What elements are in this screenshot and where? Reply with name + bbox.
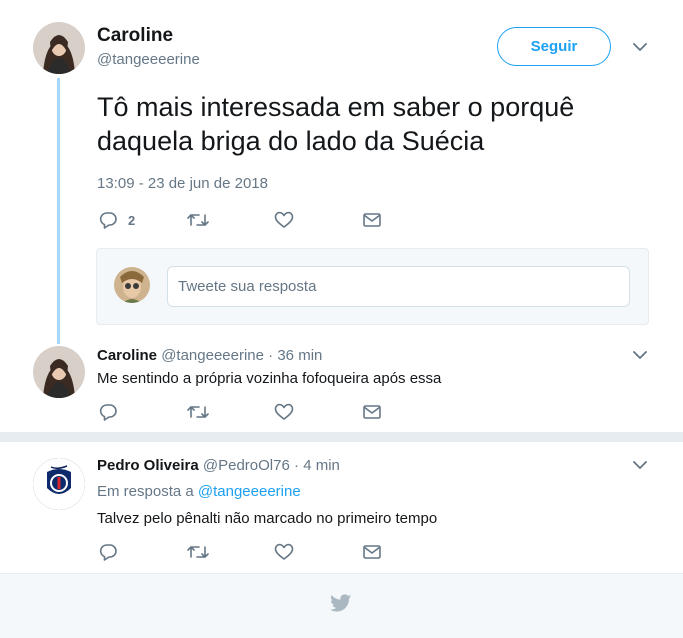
reply-time[interactable]: 4 min — [303, 457, 340, 474]
envelope-icon[interactable] — [362, 404, 382, 420]
chevron-down-icon[interactable] — [631, 40, 649, 54]
author-avatar[interactable] — [33, 22, 85, 74]
in-reply-to-handle[interactable]: @tangeeeerine — [198, 483, 301, 500]
author-name[interactable]: Caroline — [97, 25, 173, 47]
reply-time[interactable]: 36 min — [277, 347, 322, 364]
tweet-timestamp[interactable]: 13:09 - 23 de jun de 2018 — [97, 175, 268, 192]
separator-dot: · — [268, 347, 274, 364]
reply-count: 2 — [128, 212, 136, 228]
heart-icon[interactable] — [274, 403, 294, 421]
thread-connector-line — [57, 78, 60, 344]
reply-author-avatar[interactable] — [33, 458, 85, 510]
envelope-icon[interactable] — [362, 544, 382, 560]
chevron-down-icon[interactable] — [631, 348, 649, 362]
reply-author-avatar[interactable] — [33, 346, 85, 398]
reply-author-name[interactable]: Pedro Oliveira — [97, 457, 199, 474]
retweet-icon[interactable] — [187, 211, 209, 229]
reply-author-handle[interactable]: @PedroOl76 — [203, 457, 290, 474]
in-reply-to: Em resposta a @tangeeeerine — [97, 483, 301, 500]
heart-icon[interactable] — [274, 211, 294, 229]
reply-icon[interactable] — [99, 403, 118, 421]
retweet-icon[interactable] — [187, 543, 209, 561]
retweet-icon[interactable] — [187, 403, 209, 421]
tweet-text: Tô mais interessada em saber o porquê da… — [97, 92, 575, 156]
envelope-icon[interactable] — [362, 212, 382, 228]
in-reply-to-label: Em resposta a — [97, 483, 194, 500]
reply-text: Talvez pelo pênalti não marcado no prime… — [97, 510, 438, 527]
current-user-avatar — [114, 267, 150, 303]
reply-header: Pedro Oliveira @PedroOl76 · 4 min — [97, 457, 340, 474]
reply-icon — [99, 211, 118, 229]
chevron-down-icon[interactable] — [631, 458, 649, 472]
reply-author-name[interactable]: Caroline — [97, 347, 157, 364]
reply-action[interactable]: 2 — [99, 211, 135, 229]
separator-dot: · — [294, 457, 300, 474]
follow-button[interactable]: Seguir — [497, 27, 611, 66]
author-handle[interactable]: @tangeeeerine — [97, 51, 200, 68]
reply-text: Me sentindo a própria vozinha fofoqueira… — [97, 370, 442, 387]
reply-header: Caroline @tangeeeerine · 36 min — [97, 347, 322, 364]
twitter-bird-icon — [330, 594, 352, 613]
heart-icon[interactable] — [274, 543, 294, 561]
reply-icon[interactable] — [99, 543, 118, 561]
conversation-divider — [0, 432, 683, 442]
reply-input[interactable]: Tweete sua resposta — [167, 266, 630, 307]
reply-author-handle[interactable]: @tangeeeerine — [161, 347, 264, 364]
